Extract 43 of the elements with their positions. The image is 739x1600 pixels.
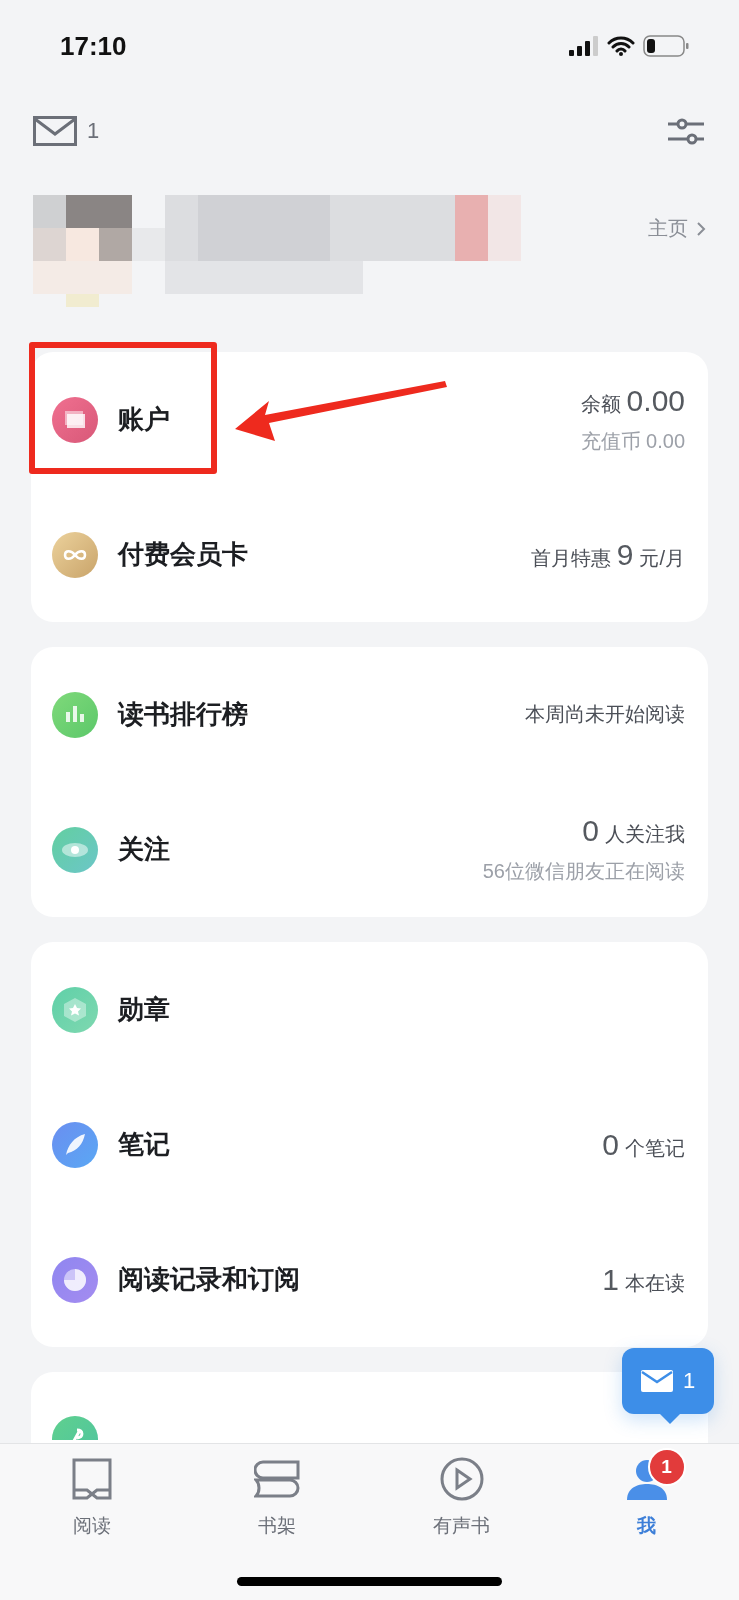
mail-count: 1 <box>87 118 100 144</box>
value-number: 0 <box>582 814 599 848</box>
feather-icon <box>52 1121 98 1168</box>
row-label[interactable]: 勋章 <box>118 992 170 1027</box>
value-text: 元/月 <box>639 545 685 571</box>
value-text: 本在读 <box>625 1270 685 1296</box>
mail-icon[interactable] <box>33 116 77 146</box>
pie-chart-icon <box>52 1256 98 1303</box>
value-note: 56位微信朋友正在阅读 <box>482 859 685 884</box>
eye-icon <box>52 826 98 873</box>
message-count: 1 <box>682 1368 696 1394</box>
value-number: 0.00 <box>626 384 685 418</box>
value-text: 余额 <box>580 392 621 417</box>
chevron-right-icon <box>696 220 706 237</box>
row-label[interactable]: 账户 <box>118 402 170 437</box>
tab[interactable]: 书架 <box>184 1444 370 1554</box>
row-label[interactable]: 付费会员卡 <box>118 537 248 572</box>
value-number: 9 <box>616 537 634 572</box>
value-text: 个笔记 <box>625 1135 685 1161</box>
settings-icon[interactable] <box>667 116 705 146</box>
value-text: 本周尚未开始阅读 <box>525 702 685 727</box>
infinity-icon <box>52 531 98 578</box>
tab[interactable]: 有声书 <box>369 1444 555 1554</box>
signal-icon <box>569 36 599 56</box>
bar-chart-icon <box>52 691 98 738</box>
row-label[interactable]: 阅读记录和订阅 <box>118 1262 300 1297</box>
row-label[interactable]: 关注 <box>118 832 170 867</box>
notification-badge: 1 <box>647 1448 686 1486</box>
status-time: 17:10 <box>60 30 127 62</box>
value-note: 充值币 0.00 <box>580 429 685 454</box>
value-text: 首月特惠 <box>530 545 611 571</box>
row-label[interactable]: 笔记 <box>118 1127 170 1162</box>
tab[interactable]: 1 我 <box>554 1444 739 1554</box>
value-text: 人关注我 <box>605 822 685 847</box>
wallet-icon <box>52 396 98 443</box>
row-label[interactable]: 读书排行榜 <box>118 697 248 732</box>
wifi-icon <box>607 36 635 56</box>
value-number: 0 <box>602 1127 619 1162</box>
tab[interactable]: 阅读 <box>0 1444 185 1554</box>
play-icon <box>438 1456 485 1502</box>
mail-icon <box>640 1370 673 1392</box>
value-number: 1 <box>602 1262 619 1297</box>
battery-icon <box>643 35 689 57</box>
